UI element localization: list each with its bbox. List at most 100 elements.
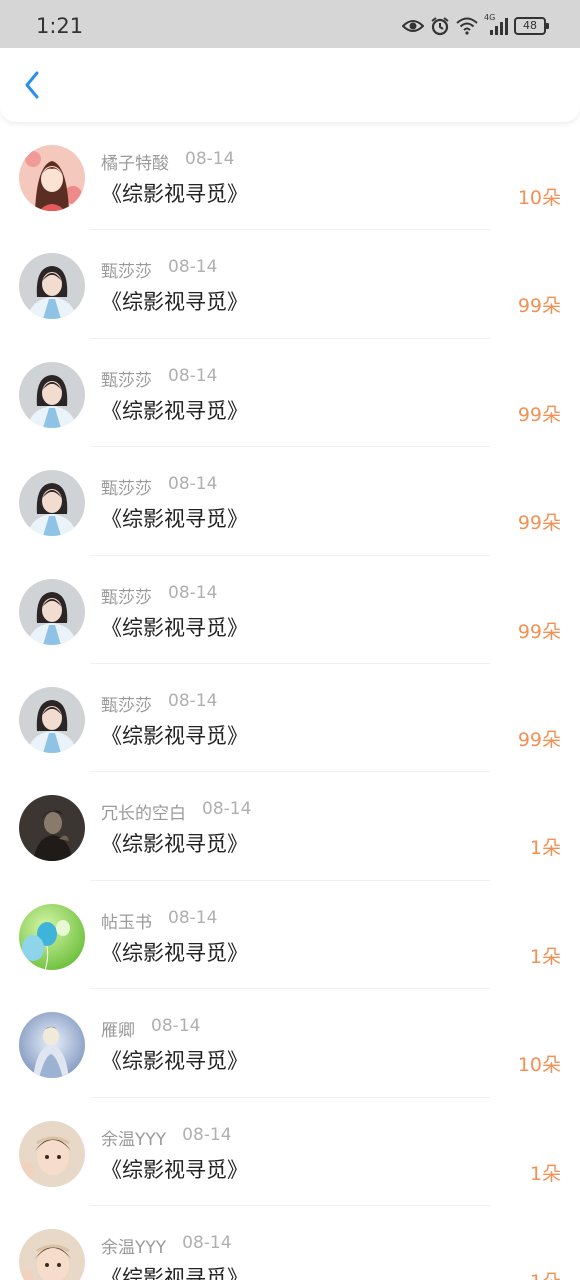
avatar bbox=[19, 903, 85, 970]
gift-amount: 99朵 bbox=[517, 620, 561, 643]
list-item[interactable]: 余温YYY 08-14 《综影视寻觅》 1朵 bbox=[0, 1206, 580, 1280]
user-name: 甄莎莎 bbox=[101, 479, 152, 500]
gift-amount: 99朵 bbox=[517, 295, 561, 318]
item-date: 08-14 bbox=[182, 1232, 232, 1253]
book-title: 《综影视寻觅》 bbox=[101, 398, 248, 423]
book-title: 《综影视寻觅》 bbox=[101, 723, 248, 748]
gift-amount: 1朵 bbox=[529, 1162, 561, 1185]
list-item[interactable]: 甄莎莎 08-14 《综影视寻觅》 99朵 bbox=[0, 556, 580, 664]
book-title: 《综影视寻觅》 bbox=[101, 615, 248, 640]
item-meta: 帖玉书 08-14 bbox=[101, 908, 217, 933]
battery-icon: 48 bbox=[514, 17, 549, 35]
book-title: 《综影视寻觅》 bbox=[101, 940, 248, 965]
user-name: 冗长的空白 bbox=[101, 804, 186, 825]
status-time: 1:21 bbox=[36, 14, 84, 38]
item-meta: 余温YYY 08-14 bbox=[101, 1233, 232, 1258]
alarm-icon bbox=[430, 16, 450, 36]
item-meta: 橘子特酸 08-14 bbox=[101, 149, 234, 174]
user-name: 甄莎莎 bbox=[101, 695, 152, 716]
item-meta: 雁卿 08-14 bbox=[101, 1016, 200, 1041]
wifi-icon bbox=[456, 17, 478, 35]
girl-photo-avatar bbox=[19, 470, 85, 537]
balloons-avatar bbox=[19, 903, 85, 970]
item-meta: 甄莎莎 08-14 bbox=[101, 474, 217, 499]
back-button[interactable] bbox=[16, 70, 48, 104]
list-item[interactable]: 余温YYY 08-14 《综影视寻觅》 1朵 bbox=[0, 1098, 580, 1206]
nav-bar bbox=[0, 48, 580, 122]
girl-photo-avatar bbox=[19, 253, 85, 320]
avatar bbox=[19, 1012, 85, 1079]
item-date: 08-14 bbox=[168, 474, 218, 495]
list-item[interactable]: 帖玉书 08-14 《综影视寻觅》 1朵 bbox=[0, 881, 580, 990]
item-meta: 甄莎莎 08-14 bbox=[101, 691, 217, 716]
status-icons: 4G 48 bbox=[402, 13, 549, 38]
user-name: 帖玉书 bbox=[101, 912, 152, 933]
gift-amount: 99朵 bbox=[517, 512, 561, 535]
baby-avatar bbox=[19, 1120, 85, 1187]
gift-list: 橘子特酸 08-14 《综影视寻觅》 10朵 甄莎莎 08-14 《综影视寻觅》… bbox=[0, 122, 580, 1280]
gift-amount: 1朵 bbox=[529, 837, 561, 860]
list-item[interactable]: 甄莎莎 08-14 《综影视寻觅》 99朵 bbox=[0, 447, 580, 556]
book-title: 《综影视寻觅》 bbox=[101, 1049, 248, 1074]
avatar bbox=[19, 795, 85, 862]
item-date: 08-14 bbox=[168, 257, 218, 278]
gift-amount: 10朵 bbox=[517, 1054, 561, 1077]
anime-girl-avatar bbox=[19, 145, 85, 211]
status-bar: 1:21 4G 48 bbox=[0, 0, 580, 48]
user-name: 雁卿 bbox=[101, 1021, 135, 1042]
item-meta: 余温YYY 08-14 bbox=[101, 1125, 232, 1150]
list-item[interactable]: 雁卿 08-14 《综影视寻觅》 10朵 bbox=[0, 989, 580, 1098]
book-title: 《综影视寻觅》 bbox=[101, 182, 248, 206]
avatar bbox=[19, 145, 85, 211]
item-date: 08-14 bbox=[182, 1124, 232, 1145]
item-date: 08-14 bbox=[168, 690, 218, 711]
girl-photo-avatar bbox=[19, 686, 85, 753]
list-item[interactable]: 甄莎莎 08-14 《综影视寻觅》 99朵 bbox=[0, 664, 580, 773]
book-title: 《综影视寻觅》 bbox=[101, 1265, 248, 1280]
item-meta: 甄莎莎 08-14 bbox=[101, 583, 217, 608]
user-name: 余温YYY bbox=[101, 1237, 167, 1258]
girl-photo-avatar bbox=[19, 361, 85, 428]
book-title: 《综影视寻觅》 bbox=[101, 290, 248, 315]
gift-amount: 99朵 bbox=[517, 403, 561, 426]
gift-amount: 10朵 bbox=[517, 187, 561, 209]
book-title: 《综影视寻觅》 bbox=[101, 832, 248, 857]
signal-4g-icon: 4G bbox=[484, 13, 508, 36]
user-name: 甄莎莎 bbox=[101, 587, 152, 608]
list-item[interactable]: 甄莎莎 08-14 《综影视寻觅》 99朵 bbox=[0, 230, 580, 339]
list-item[interactable]: 橘子特酸 08-14 《综影视寻觅》 10朵 bbox=[0, 122, 580, 231]
item-date: 08-14 bbox=[202, 799, 252, 820]
baby-avatar bbox=[19, 1228, 85, 1280]
user-name: 甄莎莎 bbox=[101, 370, 152, 391]
item-meta: 甄莎莎 08-14 bbox=[101, 366, 217, 391]
eye-icon bbox=[402, 18, 424, 34]
item-date: 08-14 bbox=[151, 1016, 201, 1037]
avatar bbox=[19, 470, 85, 537]
user-name: 橘子特酸 bbox=[101, 154, 169, 174]
item-date: 08-14 bbox=[168, 907, 218, 928]
avatar bbox=[19, 686, 85, 753]
gift-amount: 1朵 bbox=[529, 945, 561, 968]
girl-photo-avatar bbox=[19, 578, 85, 645]
item-meta: 甄莎莎 08-14 bbox=[101, 257, 217, 282]
gift-amount: 1朵 bbox=[530, 1267, 561, 1280]
list-item[interactable]: 甄莎莎 08-14 《综影视寻觅》 99朵 bbox=[0, 339, 580, 448]
item-date: 08-14 bbox=[185, 149, 235, 169]
avatar bbox=[19, 361, 85, 428]
chevron-left-icon bbox=[23, 70, 41, 104]
avatar bbox=[19, 1228, 85, 1280]
item-date: 08-14 bbox=[168, 582, 218, 603]
user-name: 余温YYY bbox=[101, 1129, 167, 1150]
blue-girl-avatar bbox=[19, 1012, 85, 1079]
avatar bbox=[19, 253, 85, 320]
avatar bbox=[19, 1120, 85, 1187]
dark-portrait-avatar bbox=[19, 795, 85, 862]
item-meta: 冗长的空白 08-14 bbox=[101, 799, 251, 824]
item-date: 08-14 bbox=[168, 365, 218, 386]
user-name: 甄莎莎 bbox=[101, 262, 152, 283]
list-item[interactable]: 冗长的空白 08-14 《综影视寻觅》 1朵 bbox=[0, 772, 580, 881]
avatar bbox=[19, 578, 85, 645]
book-title: 《综影视寻觅》 bbox=[101, 507, 248, 532]
book-title: 《综影视寻觅》 bbox=[101, 1157, 248, 1182]
gift-amount: 99朵 bbox=[517, 728, 561, 751]
